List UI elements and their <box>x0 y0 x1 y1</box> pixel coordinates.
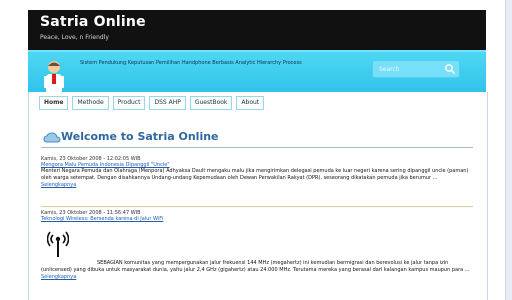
post-body: Menteri Negara Pemuda dan Olahraga (Menp… <box>41 168 473 189</box>
welcome-divider <box>41 147 473 148</box>
main-nav: Home Methode Product DSS AHP GuestBook A… <box>39 96 265 112</box>
banner-text: Sistem Pendukung Keputusan Pemilihan Han… <box>80 60 302 66</box>
post-item: Kamis, 23 Oktober 2008 - 12:02:05 WIB Me… <box>41 156 473 189</box>
nav-dss-ahp[interactable]: DSS AHP <box>149 96 186 110</box>
post-item: Kamis, 23 Oktober 2008 - 11:56:47 WIB Te… <box>41 210 473 281</box>
nav-guestbook[interactable]: GuestBook <box>189 96 233 110</box>
site-tagline: Peace, Love, n Friendly <box>40 34 109 41</box>
search-box <box>372 60 460 78</box>
post-body-text: Menteri Negara Pemuda dan Olahraga (Menp… <box>41 168 469 181</box>
wifi-icon <box>47 231 69 257</box>
banner: Sistem Pendukung Keputusan Pemilihan Han… <box>28 50 486 98</box>
search-input[interactable] <box>379 64 439 74</box>
site-title: Satria Online <box>40 14 146 30</box>
nav-product[interactable]: Product <box>112 96 146 110</box>
post-divider <box>41 206 473 207</box>
read-more-link[interactable]: Selengkapnya <box>41 182 76 188</box>
welcome-title: Welcome to Satria Online <box>61 130 219 143</box>
post-body: SEBAGIAN komunitas yang mempergunakan ja… <box>41 260 473 281</box>
read-more-link[interactable]: Selengkapnya <box>41 274 76 280</box>
vertical-scrollbar[interactable] <box>505 0 512 300</box>
search-icon <box>445 64 456 75</box>
content-card: Home Methode Product DSS AHP GuestBook A… <box>28 92 488 300</box>
post-title-link[interactable]: Teknologi Wireless: Bersenda karena di J… <box>41 216 473 222</box>
nav-home[interactable]: Home <box>39 96 69 110</box>
cloud-icon <box>43 132 61 143</box>
nav-about[interactable]: About <box>236 96 265 110</box>
site-header: Satria Online Peace, Love, n Friendly <box>28 10 486 50</box>
nav-methode[interactable]: Methode <box>72 96 109 110</box>
post-body-text: SEBAGIAN komunitas yang mempergunakan ja… <box>41 260 470 273</box>
search-button[interactable] <box>443 62 457 76</box>
